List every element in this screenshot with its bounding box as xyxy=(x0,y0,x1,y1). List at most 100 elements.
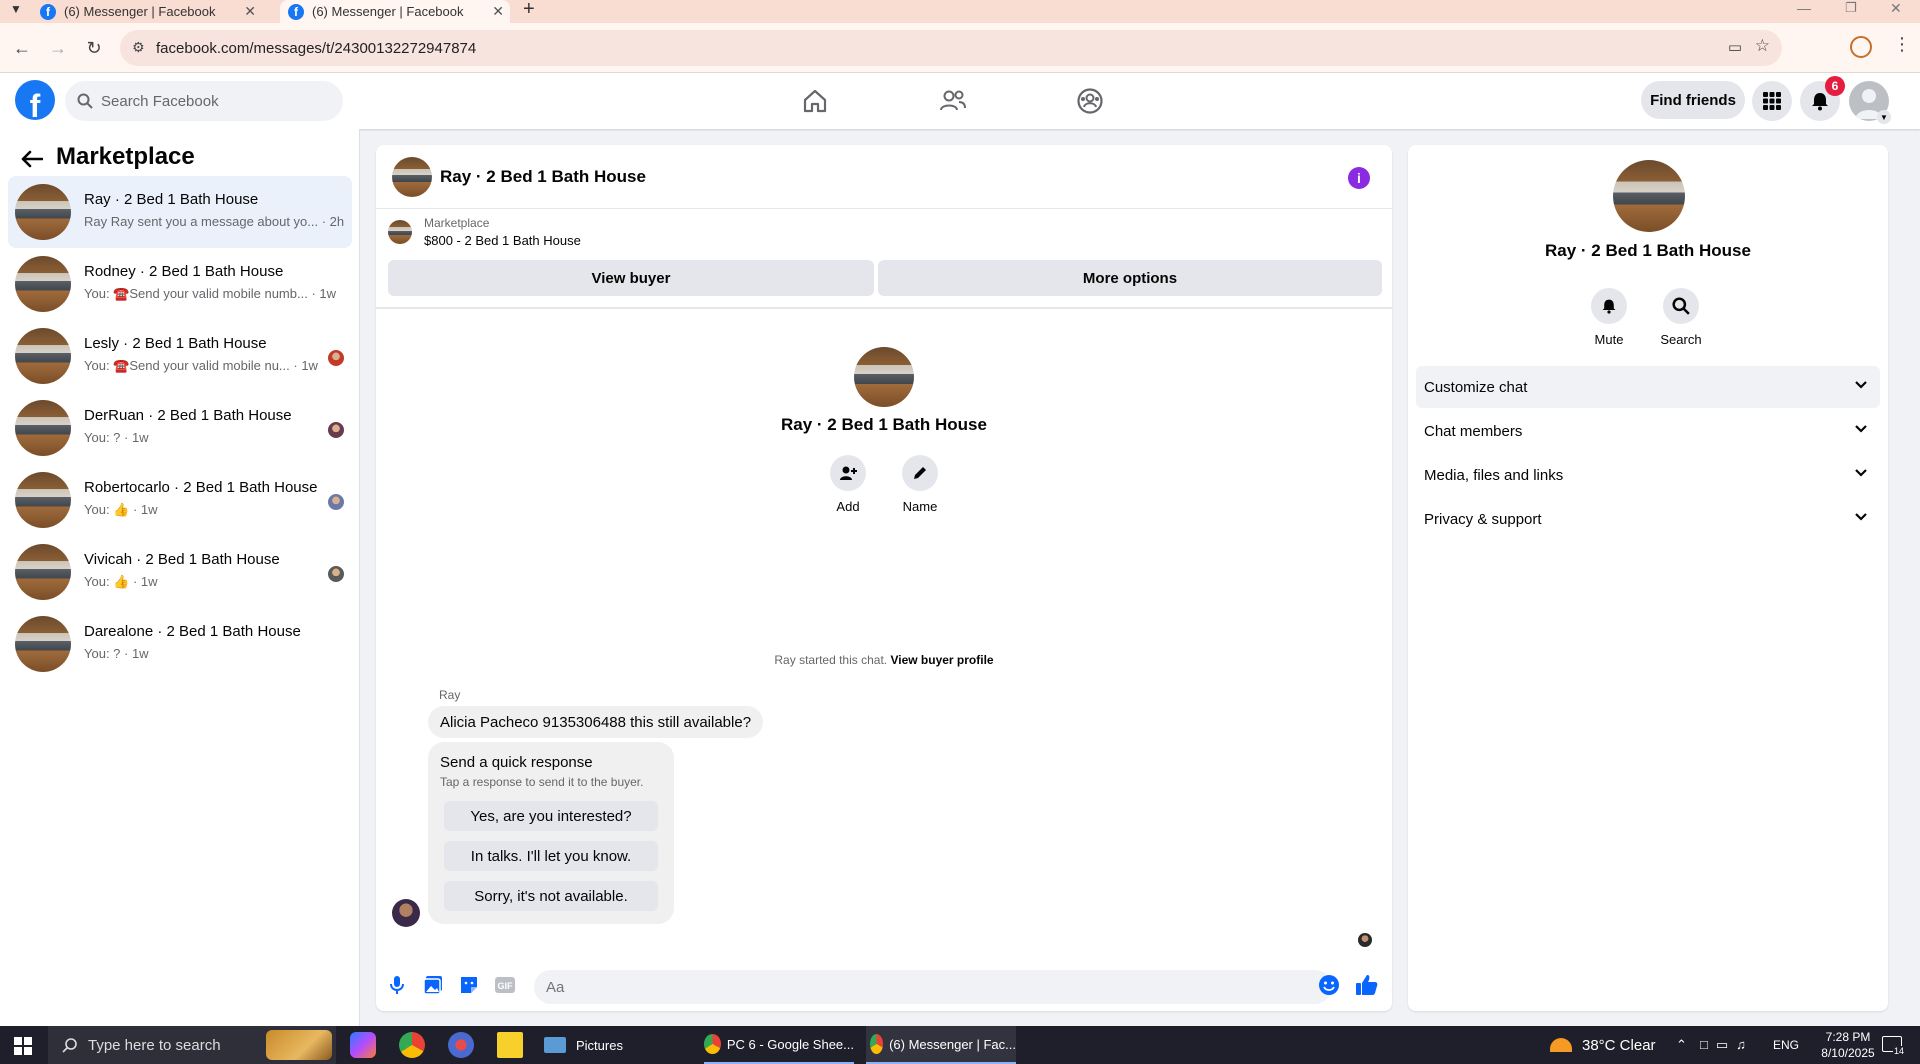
address-bar[interactable]: ⚙ facebook.com/messages/t/24300132272947… xyxy=(120,30,1782,66)
chrome-icon xyxy=(870,1034,884,1054)
forward-icon[interactable]: → xyxy=(47,37,69,59)
more-options-button[interactable]: More options xyxy=(878,260,1382,296)
edit-name-button[interactable]: Name xyxy=(890,455,950,514)
search-highlight-lion-icon xyxy=(266,1030,332,1060)
chat-members-section[interactable]: Chat members xyxy=(1416,410,1880,452)
friends-nav[interactable] xyxy=(893,79,1013,123)
windows-start-icon[interactable] xyxy=(14,1037,32,1060)
new-tab-icon[interactable]: + xyxy=(523,0,535,21)
facebook-logo[interactable]: f xyxy=(15,80,55,120)
info-icon[interactable]: i xyxy=(1348,167,1370,189)
menu-button[interactable] xyxy=(1752,81,1792,121)
bell-icon xyxy=(1812,93,1828,111)
message-input[interactable] xyxy=(534,970,1332,1004)
conversation-snippet: You: 👍 · 1w xyxy=(84,502,158,517)
conversation-item[interactable]: Robertocarlo · 2 Bed 1 Bath House You: 👍 … xyxy=(8,464,352,536)
facebook-favicon-icon: f xyxy=(288,3,304,20)
chat-title[interactable]: Ray · 2 Bed 1 Bath House xyxy=(440,167,646,187)
groups-icon xyxy=(1077,88,1103,114)
sender-avatar[interactable] xyxy=(392,899,420,927)
microphone-icon[interactable] xyxy=(384,972,410,998)
friends-icon xyxy=(940,90,966,111)
chat-info-pane: Ray · 2 Bed 1 Bath House Mute Search Cus… xyxy=(1408,145,1888,1011)
bookmark-star-icon[interactable]: ☆ xyxy=(1755,36,1770,56)
quick-response-button[interactable]: Yes, are you interested? xyxy=(444,801,658,831)
conversation-item[interactable]: Rodney · 2 Bed 1 Bath House You: ☎️Send y… xyxy=(8,248,352,320)
tab-list-icon[interactable]: ▼ xyxy=(10,2,22,16)
install-app-icon[interactable]: ▭ xyxy=(1728,38,1742,56)
close-tab-icon[interactable]: ✕ xyxy=(492,3,504,20)
close-window-icon[interactable]: ✕ xyxy=(1890,0,1902,17)
facebook-header: f Search Facebook Find friends 6 ▼ xyxy=(0,73,1920,129)
search-icon xyxy=(1663,288,1699,324)
back-icon[interactable]: ← xyxy=(11,37,33,59)
chrome-icon[interactable] xyxy=(399,1032,425,1058)
chat-header: Ray · 2 Bed 1 Bath House i xyxy=(376,145,1392,209)
chrome-icon xyxy=(704,1034,721,1054)
quick-response-button[interactable]: In talks. I'll let you know. xyxy=(444,841,658,871)
media-files-links-section[interactable]: Media, files and links xyxy=(1416,454,1880,496)
search-in-chat-button[interactable]: Search xyxy=(1651,288,1711,347)
taskbar-app-sheets[interactable]: PC 6 - Google Shee... xyxy=(704,1026,854,1064)
app-icon[interactable] xyxy=(448,1032,474,1058)
like-thumb-icon[interactable] xyxy=(1354,972,1380,998)
customize-chat-section[interactable]: Customize chat xyxy=(1416,366,1880,408)
site-info-icon[interactable]: ⚙ xyxy=(132,39,145,56)
conversation-snippet: Ray Ray sent you a message about yo... ·… xyxy=(84,214,345,229)
conversation-item[interactable]: Darealone · 2 Bed 1 Bath House You: ? · 1… xyxy=(8,608,352,680)
view-buyer-button[interactable]: View buyer xyxy=(388,260,874,296)
privacy-support-section[interactable]: Privacy & support xyxy=(1416,498,1880,540)
copilot-icon[interactable] xyxy=(350,1032,376,1058)
conversation-avatar xyxy=(15,184,71,240)
home-nav[interactable] xyxy=(755,79,875,123)
browser-tab-active[interactable]: f (6) Messenger | Facebook ✕ xyxy=(280,0,510,23)
url-text: facebook.com/messages/t/2430013227294787… xyxy=(156,39,477,57)
conversation-item[interactable]: DerRuan · 2 Bed 1 Bath House You: ? · 1w xyxy=(8,392,352,464)
photo-icon[interactable] xyxy=(420,972,446,998)
listing-banner[interactable]: Marketplace $800 - 2 Bed 1 Bath House xyxy=(376,209,1392,255)
mute-label: Mute xyxy=(1594,332,1624,347)
groups-nav[interactable] xyxy=(1030,79,1150,123)
mute-button[interactable]: Mute xyxy=(1579,288,1639,347)
quick-response-button[interactable]: Sorry, it's not available. xyxy=(444,881,658,911)
profile-name: Ray · 2 Bed 1 Bath House xyxy=(781,415,987,434)
account-chevron-icon[interactable]: ▼ xyxy=(1877,110,1891,124)
profile-icon[interactable] xyxy=(1850,36,1872,58)
view-buyer-profile-link[interactable]: View buyer profile xyxy=(890,653,993,667)
browser-tab[interactable]: f (6) Messenger | Facebook ✕ xyxy=(40,0,270,23)
chat-avatar[interactable] xyxy=(392,157,432,197)
reload-icon[interactable]: ↻ xyxy=(83,37,105,59)
sender-name: Ray xyxy=(439,688,461,702)
taskbar-app-pictures[interactable]: Pictures xyxy=(544,1026,694,1064)
conversation-item[interactable]: Vivicah · 2 Bed 1 Bath House You: 👍 · 1w xyxy=(8,536,352,608)
clock[interactable]: 7:28 PM 8/10/2025 xyxy=(1812,1029,1884,1061)
system-tray-icons[interactable]: □▭♫ xyxy=(1700,1026,1754,1064)
message-bubble[interactable]: Alicia Pacheco 9135306488 this still ava… xyxy=(428,706,764,738)
browser-menu-icon[interactable]: ⋮ xyxy=(1893,34,1911,55)
taskbar-app-messenger[interactable]: (6) Messenger | Fac... xyxy=(866,1026,1016,1064)
weather-widget[interactable]: 38°C Clear xyxy=(1550,1026,1656,1064)
minimize-icon[interactable]: — xyxy=(1797,0,1811,16)
sticker-icon[interactable] xyxy=(456,972,482,998)
add-label: Add xyxy=(836,499,860,514)
add-people-button[interactable]: Add xyxy=(818,455,878,514)
search-label: Search xyxy=(1660,332,1702,347)
language-indicator[interactable]: ENG xyxy=(1773,1026,1799,1064)
close-tab-icon[interactable]: ✕ xyxy=(244,3,256,20)
back-arrow-icon[interactable] xyxy=(18,145,46,173)
sidebar-title: Marketplace xyxy=(56,143,195,170)
conversation-snippet: You: 👍 · 1w xyxy=(84,574,158,589)
gif-icon[interactable]: GIF xyxy=(492,972,518,998)
facebook-search-input[interactable]: Search Facebook xyxy=(65,81,343,121)
emoji-icon[interactable] xyxy=(1316,972,1342,998)
conversation-item[interactable]: Ray · 2 Bed 1 Bath House Ray Ray sent you… xyxy=(8,176,352,248)
find-friends-button[interactable]: Find friends xyxy=(1641,81,1745,119)
conversation-avatar xyxy=(15,544,71,600)
conversation-item[interactable]: Lesly · 2 Bed 1 Bath House You: ☎️Send yo… xyxy=(8,320,352,392)
restore-icon[interactable]: ❐ xyxy=(1845,0,1857,16)
svg-text:GIF: GIF xyxy=(498,981,514,991)
conversation-sidebar: Marketplace Ray · 2 Bed 1 Bath House Ray … xyxy=(0,129,360,1026)
sticky-notes-icon[interactable] xyxy=(497,1032,523,1058)
taskbar-search[interactable]: Type here to search xyxy=(48,1026,336,1064)
show-hidden-icons[interactable]: ⌃ xyxy=(1676,1026,1687,1064)
